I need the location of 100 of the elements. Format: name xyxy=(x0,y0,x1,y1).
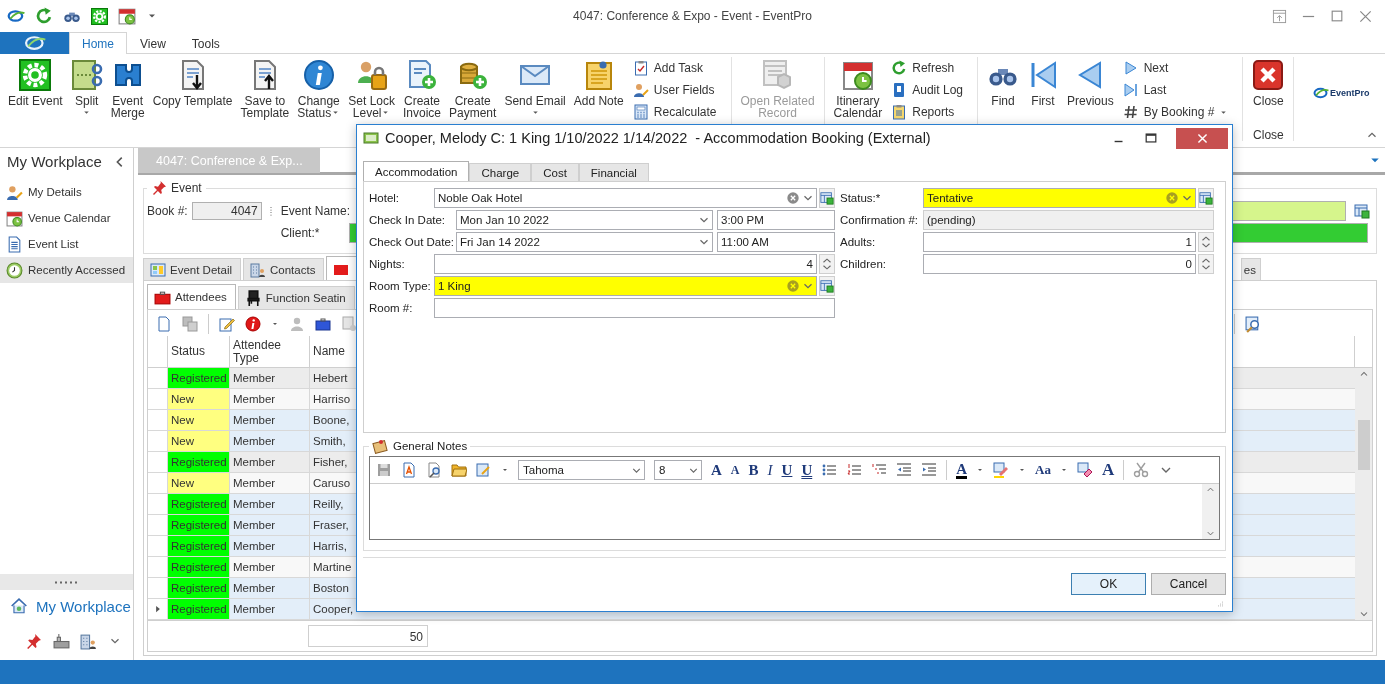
combo-field[interactable]: Tentative xyxy=(923,188,1196,208)
date-field[interactable]: Mon Jan 10 2022 xyxy=(456,210,713,230)
scrollbar-thumb[interactable] xyxy=(1357,420,1370,470)
app-menu-button[interactable] xyxy=(0,32,69,54)
input-field[interactable] xyxy=(434,298,835,318)
tab[interactable]: Event Detail xyxy=(143,258,241,280)
gear-icon[interactable] xyxy=(91,7,108,25)
spin-buttons-icon[interactable] xyxy=(1199,257,1213,271)
outdent-icon[interactable] xyxy=(896,462,913,478)
highlighter-icon[interactable] xyxy=(993,462,1010,478)
ribbon-button[interactable]: Send Email xyxy=(500,57,570,119)
refresh-icon[interactable] xyxy=(35,7,53,25)
close-button[interactable] xyxy=(1176,127,1228,149)
time-field[interactable]: 3:00 PM xyxy=(717,210,835,230)
ribbon-button[interactable]: Last xyxy=(1119,79,1232,101)
ribbon-button[interactable]: Set Lock Level xyxy=(344,57,399,121)
tab[interactable]: Charge xyxy=(469,163,532,181)
indent-icon[interactable] xyxy=(921,462,938,478)
tab[interactable]: Contacts xyxy=(243,258,325,280)
column-header[interactable]: Name xyxy=(313,345,345,358)
number-field[interactable]: 0 xyxy=(923,254,1196,274)
ribbon-button[interactable]: Save to Template xyxy=(236,57,294,121)
ribbon-tab[interactable]: Home xyxy=(69,32,127,54)
ribbon-button[interactable]: Itinerary Calendar xyxy=(829,57,887,121)
document-icon[interactable] xyxy=(341,316,357,332)
combo-field[interactable]: Noble Oak Hotel xyxy=(434,188,817,208)
copy-icon[interactable] xyxy=(182,316,198,332)
briefcase-icon[interactable] xyxy=(315,316,331,332)
clear-icon[interactable] xyxy=(786,279,800,293)
clear-icon[interactable] xyxy=(1165,191,1179,205)
lookup-icon[interactable] xyxy=(1354,203,1370,219)
info-icon[interactable] xyxy=(245,316,261,332)
save-icon[interactable] xyxy=(376,462,392,478)
tab[interactable] xyxy=(326,256,359,280)
tab[interactable]: Accommodation xyxy=(363,161,470,181)
tab[interactable]: Attendees xyxy=(147,284,236,309)
scissors-icon[interactable] xyxy=(1133,462,1150,478)
ribbon-tab[interactable]: Tools xyxy=(178,32,233,54)
tab[interactable]: es xyxy=(1240,258,1261,280)
pin-icon[interactable] xyxy=(25,632,43,650)
calendar-icon[interactable] xyxy=(118,7,136,25)
ribbon-button[interactable]: Close xyxy=(1248,57,1289,109)
eraser-icon[interactable] xyxy=(1076,462,1093,478)
ribbon-button[interactable]: Audit Log xyxy=(888,79,966,101)
ribbon-button[interactable]: Previous xyxy=(1063,57,1118,109)
document-icon[interactable] xyxy=(156,316,172,332)
lookup-icon[interactable] xyxy=(1199,191,1213,205)
scrollbar[interactable] xyxy=(1355,368,1372,620)
lookup-icon[interactable] xyxy=(820,279,834,293)
workplace-link[interactable]: My Workplace xyxy=(36,597,131,615)
ribbon-button[interactable]: Recalculate xyxy=(629,101,720,123)
ribbon-button[interactable]: By Booking # xyxy=(1119,101,1232,123)
logo-icon[interactable] xyxy=(7,7,25,25)
numbered-list-icon[interactable] xyxy=(846,462,863,478)
close-icon[interactable] xyxy=(1358,8,1373,24)
sidebar-item[interactable]: Recently Accessed xyxy=(0,257,133,283)
ribbon-button[interactable]: Split xyxy=(66,57,107,119)
ribbon-button[interactable]: Next xyxy=(1119,57,1232,79)
bullet-list-icon[interactable] xyxy=(821,462,838,478)
column-header[interactable]: Attendee Type xyxy=(233,338,282,365)
edit-icon[interactable] xyxy=(219,316,235,332)
sidebar-item[interactable]: My Details xyxy=(0,179,133,205)
maximize-icon[interactable] xyxy=(1144,131,1158,145)
font-color-button[interactable]: A xyxy=(956,461,968,479)
ribbon-button[interactable]: Reports xyxy=(888,101,966,123)
ribbon-button[interactable]: Copy Template xyxy=(148,57,237,109)
ribbon-button[interactable]: Add Note xyxy=(569,57,628,109)
ribbon-button[interactable]: Find xyxy=(983,57,1023,109)
ribbon-button[interactable]: Edit Event xyxy=(4,57,67,109)
tab[interactable]: Financial xyxy=(578,163,649,181)
ribbon-button[interactable]: Create Invoice xyxy=(399,57,445,121)
search-icon[interactable] xyxy=(1245,315,1262,333)
number-field[interactable]: 4 xyxy=(434,254,817,274)
row-header[interactable] xyxy=(148,599,167,619)
tab[interactable]: Cost xyxy=(531,163,579,181)
font-dropdown[interactable]: Tahoma xyxy=(518,460,645,480)
ribbon-button[interactable]: Add Task xyxy=(629,57,720,79)
time-field[interactable]: 11:00 AM xyxy=(717,232,835,252)
ribbon-button[interactable]: Create Payment xyxy=(445,57,501,121)
ribbon-button[interactable]: Refresh xyxy=(888,57,966,79)
notes-editor[interactable]: Tahoma 8 A A B I U U A Aa A xyxy=(369,456,1220,540)
date-field[interactable]: Fri Jan 14 2022 xyxy=(456,232,713,252)
dialog-button[interactable]: Cancel xyxy=(1151,573,1226,595)
building-icon[interactable] xyxy=(80,632,98,650)
tab[interactable]: Function Seatin xyxy=(237,286,355,309)
folder-icon[interactable] xyxy=(451,462,467,478)
ribbon-button[interactable]: User Fields xyxy=(629,79,720,101)
spin-buttons-icon[interactable] xyxy=(820,257,834,271)
caret-icon[interactable] xyxy=(271,320,279,328)
dialog-button[interactable]: OK xyxy=(1071,573,1146,595)
lookup-icon[interactable] xyxy=(820,191,834,205)
find-icon[interactable] xyxy=(426,462,442,478)
ribbon-display-icon[interactable] xyxy=(1272,8,1287,24)
ribbon-tab[interactable]: View xyxy=(127,32,179,54)
insert-icon[interactable] xyxy=(476,462,492,478)
combo-field[interactable]: 1 King xyxy=(434,276,817,296)
ribbon-button[interactable]: First xyxy=(1023,57,1063,109)
number-field[interactable]: 1 xyxy=(923,232,1196,252)
font-size-dropdown[interactable]: 8 xyxy=(654,460,702,480)
sidebar-item[interactable]: Venue Calendar xyxy=(0,205,133,231)
